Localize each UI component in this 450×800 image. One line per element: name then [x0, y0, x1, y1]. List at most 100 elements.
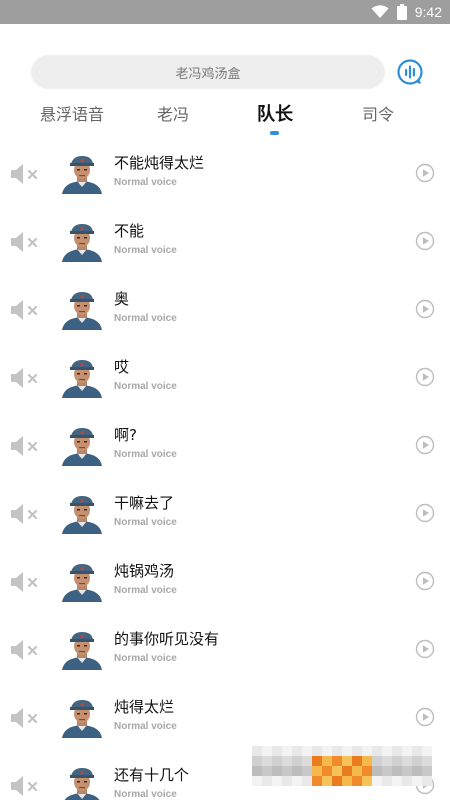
ad-pixel: [332, 756, 342, 766]
voice-title: 炖锅鸡汤: [114, 562, 175, 580]
ad-pixel: [372, 746, 382, 756]
play-icon[interactable]: [415, 367, 435, 387]
play-icon[interactable]: [415, 231, 435, 251]
speaker-muted-icon[interactable]: [10, 502, 40, 526]
ad-pixel: [412, 756, 422, 766]
ad-pixel: [392, 776, 402, 786]
avatar: [60, 290, 104, 330]
voice-list-item[interactable]: 干嘛去了 Normal voice: [0, 480, 450, 548]
ad-pixel: [322, 756, 332, 766]
ad-pixel: [272, 756, 282, 766]
ad-pixel: [282, 756, 292, 766]
ad-pixel: [352, 766, 362, 776]
ad-pixel: [332, 746, 342, 756]
active-tab-indicator: [270, 131, 279, 135]
play-icon[interactable]: [415, 299, 435, 319]
status-bar: 9:42: [0, 0, 450, 24]
avatar: [60, 154, 104, 194]
ad-pixel: [252, 756, 262, 766]
voice-wave-icon[interactable]: [396, 58, 424, 86]
play-icon[interactable]: [415, 639, 435, 659]
ad-pixel: [272, 766, 282, 776]
ad-pixel: [292, 766, 302, 776]
ad-pixel: [312, 746, 322, 756]
ad-banner[interactable]: [252, 746, 432, 786]
voice-subtitle: Normal voice: [114, 653, 177, 664]
ad-pixel: [322, 766, 332, 776]
ad-pixel: [382, 776, 392, 786]
voice-subtitle: Normal voice: [114, 721, 177, 732]
speaker-muted-icon[interactable]: [10, 230, 40, 254]
play-icon[interactable]: [415, 163, 435, 183]
ad-pixel: [402, 766, 412, 776]
ad-pixel: [302, 756, 312, 766]
voice-list-item[interactable]: 炖锅鸡汤 Normal voice: [0, 548, 450, 616]
ad-pixel: [292, 746, 302, 756]
speaker-muted-icon[interactable]: [10, 162, 40, 186]
voice-subtitle: Normal voice: [114, 177, 177, 188]
ad-pixel: [312, 756, 322, 766]
tab-lao-feng[interactable]: 老冯: [146, 100, 200, 130]
speaker-muted-icon[interactable]: [10, 706, 40, 730]
voice-list-item[interactable]: 哎 Normal voice: [0, 344, 450, 412]
ad-pixel: [272, 776, 282, 786]
speaker-muted-icon[interactable]: [10, 774, 40, 798]
ad-pixel: [422, 766, 432, 776]
ad-pixel: [272, 746, 282, 756]
ad-pixel: [312, 776, 322, 786]
ad-pixel: [262, 776, 272, 786]
ad-pixel: [282, 766, 292, 776]
voice-subtitle: Normal voice: [114, 449, 177, 460]
ad-pixel: [382, 756, 392, 766]
ad-pixel: [302, 746, 312, 756]
ad-pixel: [262, 756, 272, 766]
voice-list-item[interactable]: 不能 Normal voice: [0, 208, 450, 276]
avatar: [60, 358, 104, 398]
voice-list-item[interactable]: 不能炖得太烂 Normal voice: [0, 140, 450, 208]
speaker-muted-icon[interactable]: [10, 638, 40, 662]
ad-pixel: [422, 776, 432, 786]
search-bar[interactable]: 老冯鸡汤盒: [31, 55, 385, 89]
avatar: [60, 766, 104, 800]
play-icon[interactable]: [415, 435, 435, 455]
ad-pixel: [372, 766, 382, 776]
play-icon[interactable]: [415, 503, 435, 523]
speaker-muted-icon[interactable]: [10, 298, 40, 322]
ad-pixel: [372, 776, 382, 786]
voice-subtitle: Normal voice: [114, 517, 177, 528]
ad-pixel: [282, 746, 292, 756]
speaker-muted-icon[interactable]: [10, 366, 40, 390]
status-time: 9:42: [414, 4, 442, 20]
voice-list-item[interactable]: 炖得太烂 Normal voice: [0, 684, 450, 752]
ad-pixel: [392, 766, 402, 776]
ad-pixel: [372, 756, 382, 766]
ad-pixel: [362, 776, 372, 786]
voice-subtitle: Normal voice: [114, 585, 177, 596]
speaker-muted-icon[interactable]: [10, 434, 40, 458]
avatar: [60, 562, 104, 602]
tab-captain[interactable]: 队长: [248, 100, 302, 130]
ad-pixel: [412, 746, 422, 756]
tab-floating-voice[interactable]: 悬浮语音: [30, 100, 114, 130]
speaker-muted-icon[interactable]: [10, 570, 40, 594]
tab-bar: 悬浮语音 老冯 队长 司令: [0, 100, 450, 140]
wifi-icon: [371, 5, 389, 18]
ad-pixel: [352, 776, 362, 786]
voice-title: 还有十几个: [114, 766, 190, 784]
search-row: 老冯鸡汤盒: [0, 55, 450, 89]
ad-pixel: [402, 746, 412, 756]
voice-title: 哎: [114, 358, 130, 376]
voice-subtitle: Normal voice: [114, 789, 177, 800]
voice-list-item[interactable]: 啊? Normal voice: [0, 412, 450, 480]
ad-pixel: [342, 776, 352, 786]
ad-pixel: [292, 776, 302, 786]
tab-commander[interactable]: 司令: [351, 100, 405, 130]
search-bar-label: 老冯鸡汤盒: [175, 66, 241, 82]
play-icon[interactable]: [415, 707, 435, 727]
voice-list-item[interactable]: 的事你听见没有 Normal voice: [0, 616, 450, 684]
voice-title: 炖得太烂: [114, 698, 175, 716]
ad-pixel: [252, 746, 262, 756]
voice-list-item[interactable]: 奥 Normal voice: [0, 276, 450, 344]
avatar: [60, 494, 104, 534]
play-icon[interactable]: [415, 571, 435, 591]
